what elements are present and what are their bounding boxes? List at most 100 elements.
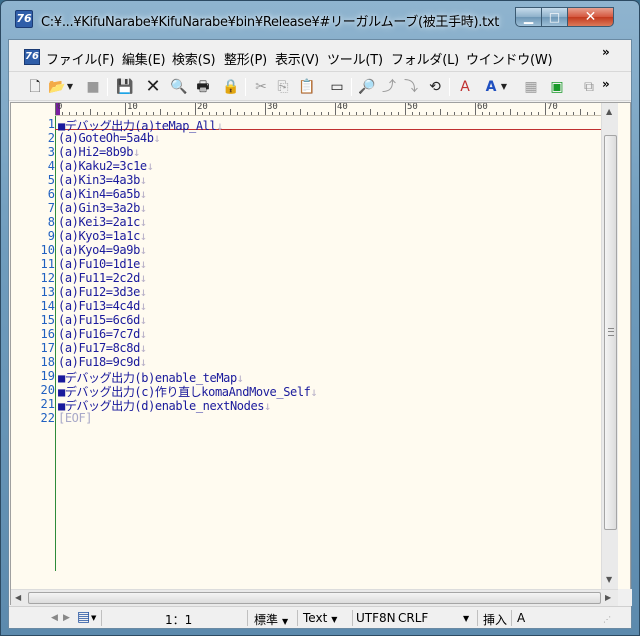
mode-selector[interactable]: 標準 ▼ <box>254 611 288 628</box>
text-line[interactable]: (a)Fu16=7c7d↓ <box>58 327 147 341</box>
line-ending-indicator[interactable]: CRLF <box>398 611 428 625</box>
ruler-tick <box>398 112 399 115</box>
menu-tools[interactable]: ツール(T) <box>327 49 383 68</box>
vertical-scrollbar[interactable]: ▲ ▼ <box>601 103 618 589</box>
line-ending-dropdown-icon[interactable]: ▼ <box>463 614 469 623</box>
text-line[interactable]: (a)Fu12=3d3e↓ <box>58 285 147 299</box>
newline-mark-icon: ↓ <box>133 145 140 159</box>
document-list-dropdown-icon[interactable]: ▼ <box>91 614 96 622</box>
ruler-tick <box>167 112 168 115</box>
open-folder-icon[interactable]: 📂 <box>47 77 67 97</box>
text-line[interactable]: (a)Fu11=2c2d↓ <box>58 271 147 285</box>
find-icon[interactable]: 🔎 <box>357 77 377 97</box>
text-line[interactable]: ■デバッグ出力(a)teMap_All↓ <box>58 117 224 133</box>
maximize-button[interactable]: □ <box>542 7 568 27</box>
text-line[interactable]: ■デバッグ出力(d)enable_nextNodes↓ <box>58 397 271 413</box>
ruler-tick <box>503 112 504 115</box>
ruler-tick <box>377 112 378 115</box>
toolbar-separator <box>351 78 352 96</box>
menu-file[interactable]: ファイル(F) <box>46 49 114 68</box>
menu-overflow-button[interactable]: » <box>602 45 610 59</box>
text-line[interactable]: (a)Kei3=2a1c↓ <box>58 215 147 229</box>
scroll-right-icon[interactable]: ▶ <box>605 593 611 602</box>
scroll-left-icon[interactable]: ◀ <box>15 593 21 602</box>
menu-window[interactable]: ウインドウ(W) <box>466 49 553 68</box>
ruler-tick <box>482 112 483 115</box>
new-file-icon[interactable]: 🗋 <box>25 77 45 97</box>
ime-indicator[interactable]: A <box>517 611 525 625</box>
line-number-gutter: 1 2 3 4 5 6 7 8 9 10 11 12 13 14 15 16 17 18 19 20 21 22 <box>11 116 55 566</box>
horizontal-scroll-thumb[interactable] <box>28 592 601 604</box>
minimize-button[interactable]: ▁ <box>515 7 542 27</box>
ruler-tick <box>265 103 266 115</box>
close-button[interactable]: ✕ <box>568 7 614 27</box>
text-line[interactable]: (a)Kin4=6a5b↓ <box>58 187 147 201</box>
document-icon[interactable]: 76 <box>24 49 40 65</box>
text-line[interactable]: (a)Hi2=8b9b↓ <box>58 145 140 159</box>
ruler-tick <box>104 112 105 115</box>
ruler-tick <box>342 112 343 115</box>
text-editor[interactable]: 0 10 20 30 40 50 60 70 1 2 3 4 5 6 7 8 9 10 11 12 13 14 15 16 1… <box>10 102 632 606</box>
chevron-down-icon: ▼ <box>331 615 338 624</box>
text-line[interactable]: (a)Fu17=8c8d↓ <box>58 341 147 355</box>
status-separator <box>477 610 478 626</box>
encoding-indicator[interactable]: UTF8N <box>356 611 396 625</box>
menu-edit[interactable]: 編集(E) <box>122 49 166 68</box>
text-line[interactable]: (a)Gin3=3a2b↓ <box>58 201 147 215</box>
text-line[interactable]: (a)Fu13=4c4d↓ <box>58 299 147 313</box>
line-number: 18 <box>40 355 55 369</box>
spellcheck-dropdown-icon[interactable]: ▼ <box>499 77 509 97</box>
newline-mark-icon: ↓ <box>139 173 147 187</box>
open-dropdown-icon[interactable]: ▼ <box>65 77 75 97</box>
insert-mode-indicator[interactable]: 挿入 <box>483 611 507 628</box>
window-frame-icon[interactable]: ▣ <box>547 77 567 97</box>
menu-view[interactable]: 表示(V) <box>275 49 319 68</box>
resize-grip-icon[interactable]: ⋰ <box>603 615 611 624</box>
document-list-icon[interactable]: ▤ <box>77 609 90 625</box>
scroll-up-icon[interactable]: ▲ <box>606 107 612 116</box>
toolbar-overflow-button[interactable]: » <box>602 77 610 91</box>
text-line[interactable]: (a)Fu18=9c9d↓ <box>58 355 147 369</box>
scroll-down-icon[interactable]: ▼ <box>606 575 612 584</box>
line-number: 17 <box>40 341 55 355</box>
ruler-tick <box>279 112 280 115</box>
line-text: (a)Kei3=2a1c <box>58 215 140 229</box>
text-line[interactable]: (a)Kyo3=1a1c↓ <box>58 229 147 243</box>
copy-icon: ⎘ <box>277 79 289 95</box>
close-file-icon[interactable]: ✕ <box>143 77 163 97</box>
ruler-tick <box>524 112 525 115</box>
select-rect-icon[interactable]: ▭ <box>327 77 347 97</box>
horizontal-scrollbar[interactable]: ◀ ▶ <box>11 589 618 606</box>
app-logo-icon[interactable]: 76 <box>15 10 33 28</box>
text-line[interactable]: (a)GoteOh=5a4b↓ <box>58 131 161 145</box>
menu-folder[interactable]: フォルダ(L) <box>391 49 459 68</box>
title-bar[interactable]: 76 C:¥...¥KifuNarabe¥KifuNarabe¥bin¥Rele… <box>1 1 639 39</box>
newline-mark-icon: ↓ <box>139 313 147 327</box>
menu-search[interactable]: 検索(S) <box>172 49 216 68</box>
text-line[interactable]: (a)Kin3=4a3b↓ <box>58 173 147 187</box>
save-icon[interactable]: 💾 <box>115 77 135 97</box>
nav-forward-icon[interactable]: ▶ <box>63 613 70 623</box>
text-line[interactable]: (a)Fu15=6c6d↓ <box>58 313 147 327</box>
menu-format[interactable]: 整形(P) <box>224 49 267 68</box>
text-line[interactable]: (a)Fu10=1d1e↓ <box>58 257 147 271</box>
text-line[interactable]: ■デバッグ出力(c)作り直しkomaAndMove_Self↓ <box>58 383 318 399</box>
ruler-tick <box>202 112 203 115</box>
ruler-tick <box>90 109 91 115</box>
lock-icon[interactable]: 🔒 <box>221 77 241 97</box>
text-line[interactable]: (a)Kaku2=3c1e↓ <box>58 159 154 173</box>
line-number: 10 <box>40 243 55 257</box>
paste-icon[interactable]: 📋 <box>297 77 317 97</box>
print-preview-icon[interactable]: 🔍 <box>169 77 189 97</box>
file-type-selector[interactable]: Text ▼ <box>303 611 337 625</box>
print-icon[interactable]: 🖶 <box>193 77 213 97</box>
font-icon[interactable]: A <box>455 77 475 97</box>
spellcheck-icon[interactable]: A <box>481 77 501 97</box>
text-line[interactable]: (a)Kyo4=9a9b↓ <box>58 243 147 257</box>
nav-back-icon[interactable]: ◀ <box>51 613 58 623</box>
vertical-scroll-thumb[interactable] <box>604 135 617 530</box>
replace-icon[interactable]: ⟲ <box>425 77 445 97</box>
line-text: (a)Fu13=4c4d <box>58 299 140 313</box>
line-number: 3 <box>47 145 55 159</box>
text-line[interactable]: ■デバッグ出力(b)enable_teMap↓ <box>58 369 244 385</box>
